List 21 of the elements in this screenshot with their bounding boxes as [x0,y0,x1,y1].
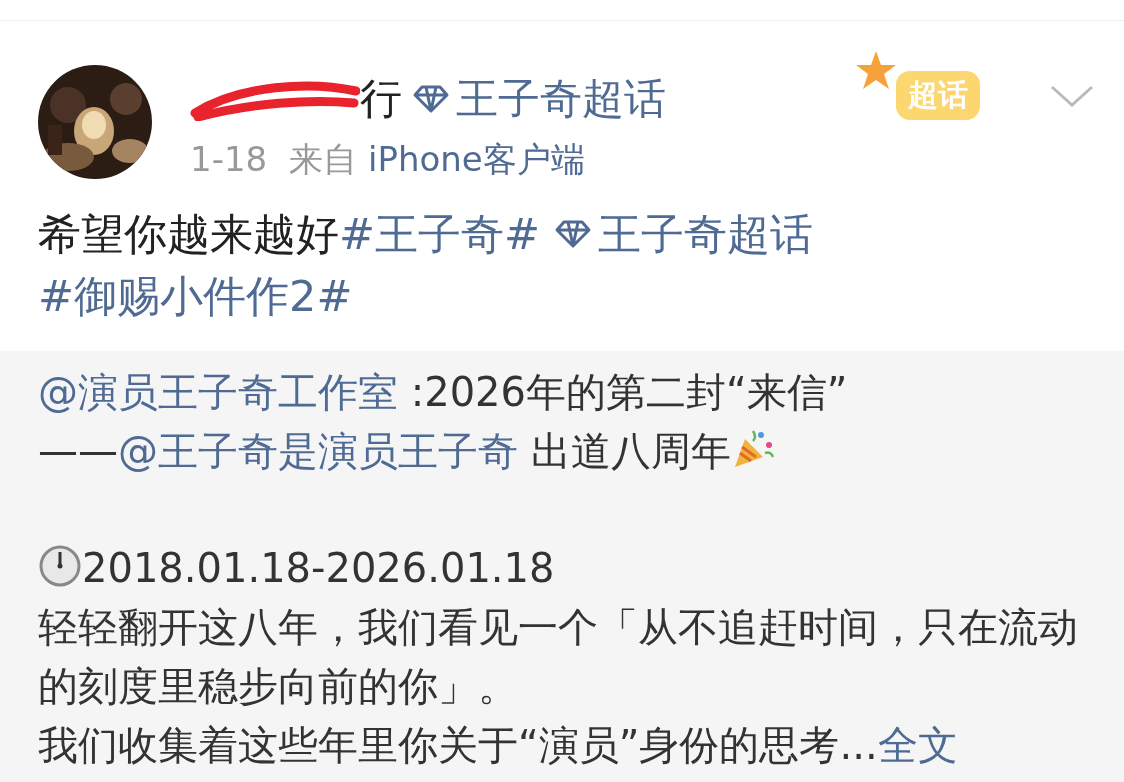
author-name[interactable]: 行 [360,71,402,127]
source-prefix: 来自 [289,139,359,179]
repost-text: 2018.01.18-2026.01.18 [38,539,1086,598]
super-topic-link[interactable]: 王子奇超话 [553,203,813,265]
topic-link[interactable]: #御赐小件作2# [38,265,353,327]
source-link[interactable]: iPhone客户端 [368,139,585,179]
repost-text: ——@王子奇是演员王子奇 出道八周年 [38,422,1086,481]
post-text: 希望你越来越好#王子奇# 王子奇超话 #御赐小件作2# [0,203,1124,327]
super-topic-link[interactable]: 王子奇超话 [412,71,666,127]
mention-link[interactable]: @演员王子奇工作室 [38,369,398,415]
topic-link[interactable]: #王子奇# [339,203,541,265]
full-text-link[interactable]: 全文 [877,722,958,768]
post-time: 1-18 [190,138,268,181]
repost-text: @演员王子奇工作室 :2026年的第二封“来信” [38,368,849,417]
repost-text: 轻轻翻开这八年，我们看见一个「从不追赶时间，只在流动的刻度里稳步向前的你」。 [38,603,1079,711]
clock-icon [38,544,82,588]
repost-card[interactable]: @演员王子奇工作室 :2026年的第二封“来信” ——@王子奇是演员王子奇 出道八周年 2018.01.18-2026.01.18 轻轻翻开这八年，我们看见一个「从不追赶时间，只在流动的刻度里稳步向前的你」。 我们收集着这些年里你关于“演员”身份的思考...全文 [0,351,1124,782]
mention-link[interactable]: @王子奇是演员王子奇 [118,428,518,474]
diamond-icon [553,219,592,249]
repost-text: 我们收集着这些年里你关于“演员”身份的思考...全文 [38,721,959,770]
diamond-icon [412,84,450,114]
